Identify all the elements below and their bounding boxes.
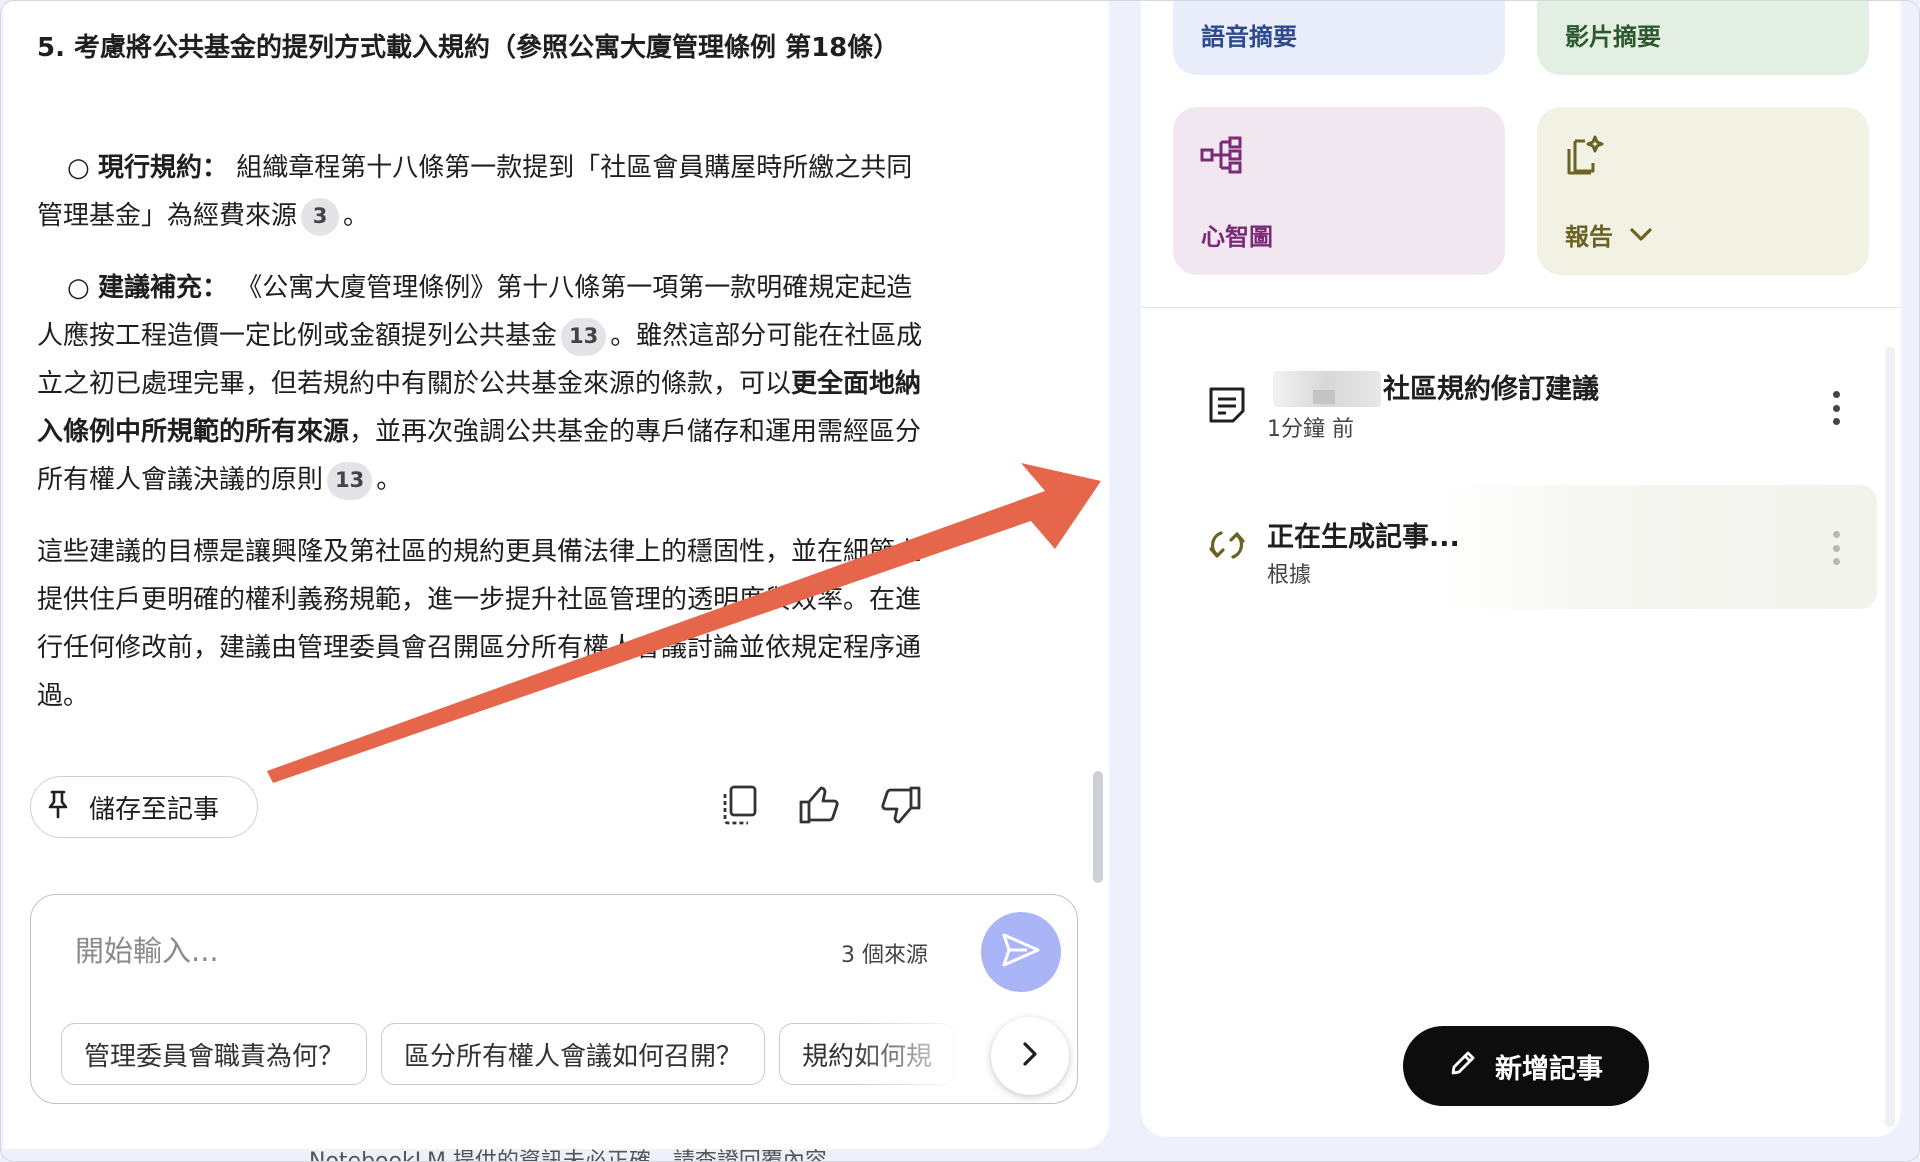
copy-button[interactable] (713, 781, 765, 833)
thumb-down-icon (879, 784, 923, 830)
chat-scrollbar[interactable] (1093, 771, 1103, 883)
save-to-note-label: 儲存至記事 (89, 794, 220, 825)
redacted-text-inner (1313, 390, 1335, 404)
note-title: 正在生成記事... (1267, 522, 1460, 553)
mind-map-icon (1199, 135, 1245, 179)
sync-icon (1207, 525, 1247, 569)
studio-scrollbar[interactable] (1885, 347, 1895, 1127)
report-label-group: 報告 (1565, 217, 1653, 252)
report-icon (1563, 135, 1609, 183)
note-icon (1207, 385, 1247, 429)
punctuation: 。 (376, 465, 403, 495)
chevron-right-icon (1020, 1040, 1040, 1072)
save-to-note-button[interactable]: 儲存至記事 (30, 776, 258, 838)
bullet-marker: ○ (67, 153, 98, 183)
studio-panel: 語音摘要 影片摘要 心智圖 報告 社區規約修訂建議 1分鐘 前 正在生成記事..… (1141, 1, 1901, 1137)
note-subtitle: 根據 (1267, 563, 1312, 588)
chat-composer: 3 個來源 管理委員會職責為何？區分所有權人會議如何召開？規約如何規 (30, 894, 1078, 1104)
suggestion-label: 建議補充： (97, 273, 228, 303)
current-rule-label: 現行規約： (97, 153, 228, 183)
current-rule-paragraph: ○ 現行規約： 組織章程第十八條第一款提到「社區會員購屋時所繳之共同管理基金」為… (37, 144, 927, 240)
audio-overview-label: 語音摘要 (1201, 23, 1297, 51)
source-count: 3 個來源 (841, 943, 928, 968)
video-overview-tile[interactable]: 影片摘要 (1537, 1, 1869, 75)
note-more-menu-button[interactable] (1821, 525, 1851, 571)
pencil-icon (1449, 1049, 1477, 1084)
add-note-label: 新增記事 (1495, 1053, 1603, 1085)
section-heading: 5. 考慮將公共基金的提列方式載入規約（參照公寓大廈管理條例 第18條） (37, 33, 900, 63)
citation-badge[interactable]: 13 (327, 461, 373, 500)
chat-input[interactable] (75, 929, 775, 973)
send-icon (1001, 932, 1041, 972)
punctuation: 。 (343, 201, 370, 231)
app-window: 5. 考慮將公共基金的提列方式載入規約（參照公寓大廈管理條例 第18條） ○ 現… (0, 0, 1920, 1162)
studio-divider (1141, 307, 1901, 308)
report-label: 報告 (1565, 223, 1613, 251)
like-button[interactable] (793, 781, 845, 833)
chips-scroll-right-button[interactable] (991, 1017, 1069, 1095)
mind-map-label: 心智圖 (1201, 223, 1273, 251)
citation-badge[interactable]: 13 (561, 317, 607, 356)
dislike-button[interactable] (875, 781, 927, 833)
copy-icon (719, 784, 759, 830)
note-item-generating[interactable]: 正在生成記事... 根據 (1157, 485, 1877, 609)
chevron-down-icon[interactable] (1629, 221, 1653, 249)
note-item[interactable]: 社區規約修訂建議 1分鐘 前 (1157, 345, 1877, 469)
mind-map-tile[interactable]: 心智圖 (1173, 107, 1505, 275)
summary-paragraph: 這些建議的目標是讓興隆及第社區的規約更具備法律上的穩固性，並在細節上提供住戶更明… (37, 537, 922, 711)
pin-icon (45, 789, 71, 826)
add-note-button[interactable]: 新增記事 (1403, 1026, 1649, 1106)
send-button[interactable] (981, 912, 1061, 992)
thumb-up-icon (797, 784, 841, 830)
citation-badge[interactable]: 3 (301, 197, 340, 236)
audio-overview-tile[interactable]: 語音摘要 (1173, 1, 1505, 75)
suggestion-paragraph: ○ 建議補充： 《公寓大廈管理條例》第十八條第一項第一款明確規定起造人應按工程造… (37, 264, 927, 504)
disclaimer-text: NotebookLM 提供的資訊未必正確，請查證回覆內容。 (309, 1149, 849, 1162)
bullet-marker: ○ (67, 273, 98, 303)
report-tile[interactable]: 報告 (1537, 107, 1869, 275)
suggestion-chip[interactable]: 管理委員會職責為何？ (61, 1023, 368, 1085)
note-more-menu-button[interactable] (1821, 385, 1851, 431)
note-timestamp: 1分鐘 前 (1267, 417, 1354, 442)
note-title: 社區規約修訂建議 (1383, 374, 1599, 405)
video-overview-label: 影片摘要 (1565, 23, 1661, 51)
chat-panel: 5. 考慮將公共基金的提列方式載入規約（參照公寓大廈管理條例 第18條） ○ 現… (3, 1, 1109, 1161)
suggestion-chip[interactable]: 區分所有權人會議如何召開？ (381, 1023, 766, 1085)
